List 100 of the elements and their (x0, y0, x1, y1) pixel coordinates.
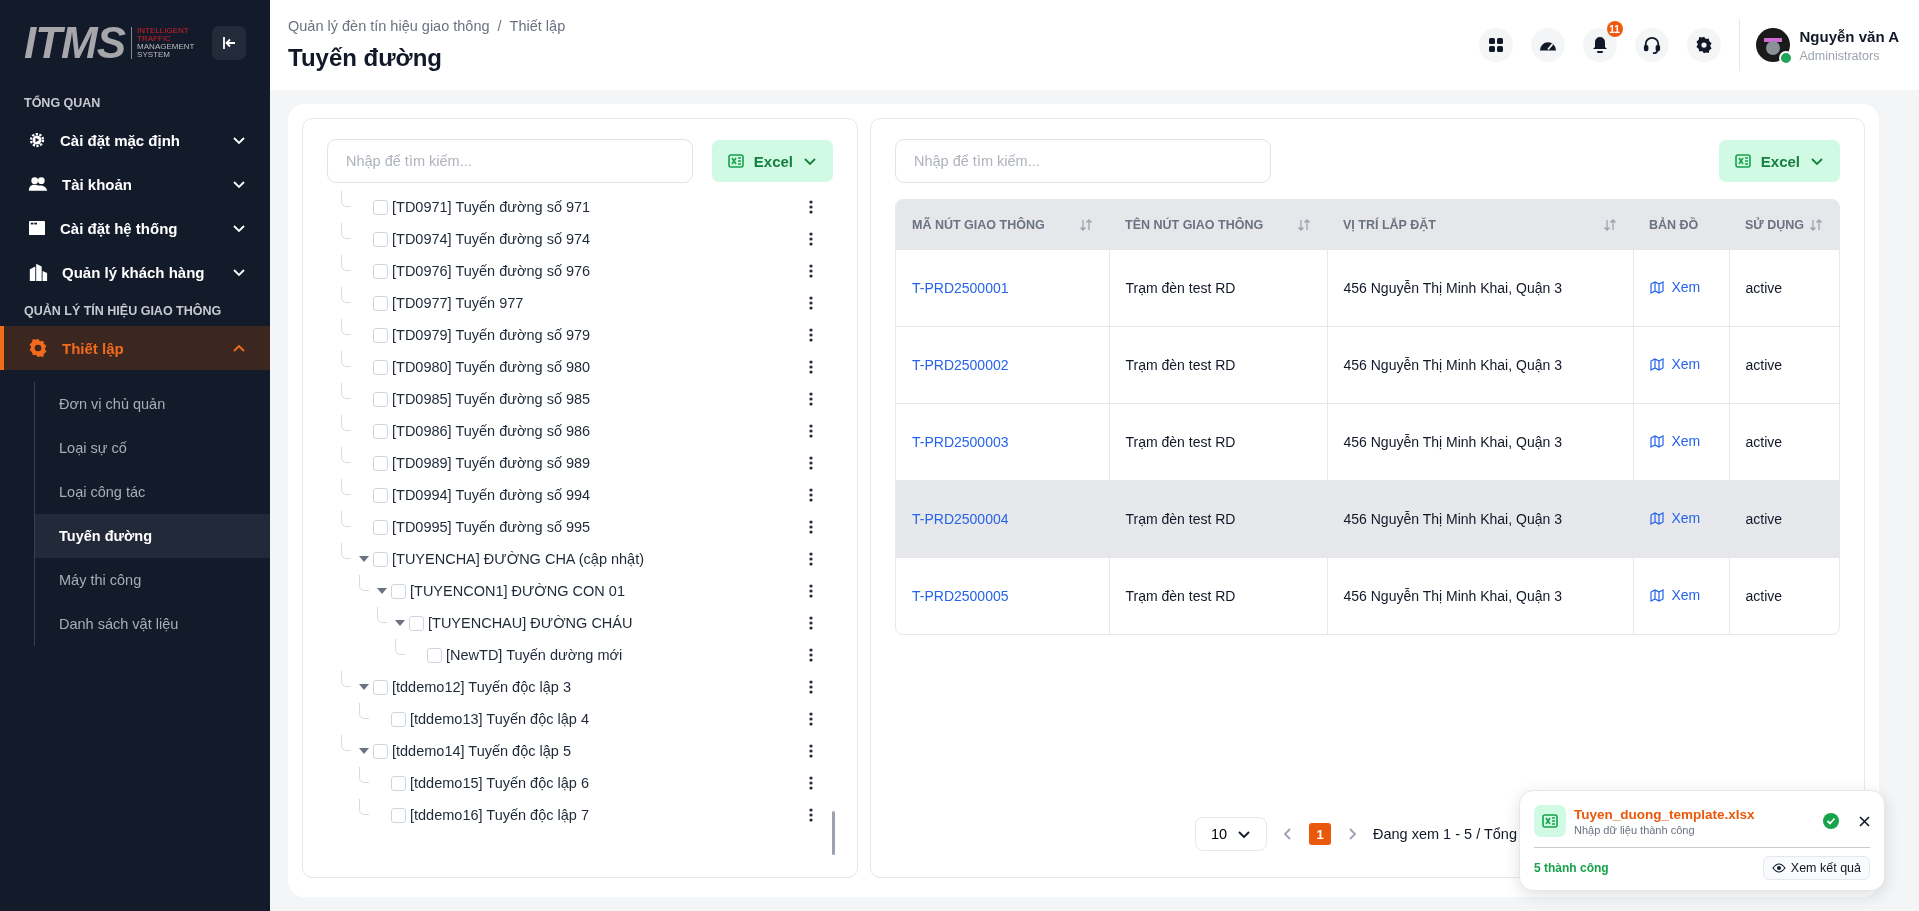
menu-item[interactable]: Thiết lập (0, 326, 270, 370)
tree-item[interactable]: [tddemo12] Tuyến độc lập 3 (392, 679, 809, 695)
breadcrumb-link[interactable]: Thiết lập (509, 18, 566, 34)
table-row[interactable]: T-PRD2500001 Trạm đèn test RD 456 Nguyễn Thị Minh Khai, Quận 3 Xem active (896, 249, 1839, 327)
map-link[interactable]: Xem (1649, 433, 1701, 450)
checkbox[interactable] (373, 231, 388, 247)
more-options-icon[interactable] (809, 648, 813, 662)
caret-down-icon[interactable] (359, 748, 369, 754)
tree-item[interactable]: [TD0977] Tuyến 977 (392, 295, 809, 311)
checkbox[interactable] (373, 519, 388, 535)
checkbox[interactable] (391, 583, 406, 599)
breadcrumb-link[interactable]: Quản lý đèn tín hiệu giao thông (288, 18, 490, 34)
more-options-icon[interactable] (809, 744, 813, 758)
menu-item[interactable]: Tài khoản (0, 162, 270, 206)
more-options-icon[interactable] (809, 776, 813, 790)
more-options-icon[interactable] (809, 488, 813, 502)
tree-item[interactable]: [TUYENCON1] ĐƯỜNG CON 01 (410, 583, 809, 599)
support-button[interactable] (1634, 28, 1669, 62)
settings-button[interactable] (1686, 28, 1721, 62)
excel-button[interactable]: Excel (711, 140, 833, 182)
tree-item[interactable]: [TD0976] Tuyến đường số 976 (392, 263, 809, 279)
more-options-icon[interactable] (809, 552, 813, 566)
tree-item[interactable]: [tddemo15] Tuyến độc lập 6 (410, 775, 809, 791)
code-link[interactable]: T-PRD2500003 (912, 434, 1009, 450)
excel-button[interactable]: Excel (1718, 140, 1840, 182)
more-options-icon[interactable] (809, 264, 813, 278)
checkbox[interactable] (373, 327, 388, 343)
checkbox[interactable] (373, 199, 388, 215)
code-link[interactable]: T-PRD2500005 (912, 588, 1009, 604)
submenu-item[interactable]: Đơn vị chủ quản (35, 382, 270, 426)
tree-item[interactable]: [TD0971] Tuyến đường số 971 (392, 199, 809, 215)
more-options-icon[interactable] (809, 456, 813, 470)
dashboard-button[interactable] (1530, 28, 1565, 62)
tree-item[interactable]: [TD0980] Tuyến đường số 980 (392, 359, 809, 375)
menu-item[interactable]: Cài đặt mặc định (0, 118, 270, 162)
map-link[interactable]: Xem (1649, 279, 1701, 296)
more-options-icon[interactable] (809, 232, 813, 246)
checkbox[interactable] (373, 423, 388, 439)
code-link[interactable]: T-PRD2500001 (912, 280, 1009, 296)
checkbox[interactable] (373, 263, 388, 279)
checkbox[interactable] (391, 807, 406, 823)
checkbox[interactable] (427, 647, 442, 663)
caret-down-icon[interactable] (377, 588, 387, 594)
tree-item[interactable]: [TD0986] Tuyến đường số 986 (392, 423, 809, 439)
avatar[interactable] (1755, 28, 1790, 62)
table-row[interactable]: T-PRD2500004 Trạm đèn test RD 456 Nguyễn Thị Minh Khai, Quận 3 Xem active (896, 480, 1839, 558)
more-options-icon[interactable] (809, 712, 813, 726)
submenu-item[interactable]: Loại công tác (35, 470, 270, 514)
checkbox[interactable] (373, 359, 388, 375)
submenu-item[interactable]: Máy thi công (35, 558, 270, 602)
map-link[interactable]: Xem (1649, 356, 1701, 373)
collapse-sidebar-button[interactable] (212, 26, 246, 60)
more-options-icon[interactable] (809, 200, 813, 214)
tree-item[interactable]: [tddemo16] Tuyến độc lập 7 (410, 807, 809, 823)
view-results-button[interactable]: Xem kết quả (1762, 856, 1870, 880)
more-options-icon[interactable] (809, 520, 813, 534)
search-field[interactable]: Nhập để tìm kiếm... (327, 139, 693, 183)
tree-item[interactable]: [TUYENCHAU] ĐƯỜNG CHÁU (428, 615, 809, 631)
grid-button[interactable] (1478, 28, 1513, 62)
tree-item[interactable]: [TD0994] Tuyến đường số 994 (392, 487, 809, 503)
map-link[interactable]: Xem (1649, 510, 1701, 527)
tree-item[interactable]: [tddemo14] Tuyến độc lập 5 (392, 743, 809, 759)
submenu-item[interactable]: Loại sự cố (35, 426, 270, 470)
scrollbar-thumb[interactable] (832, 811, 835, 855)
caret-down-icon[interactable] (359, 684, 369, 690)
checkbox[interactable] (373, 391, 388, 407)
map-link[interactable]: Xem (1649, 587, 1701, 604)
more-options-icon[interactable] (809, 328, 813, 342)
tree-item[interactable]: [TUYENCHA] ĐƯỜNG CHA (cập nhật) (392, 551, 809, 567)
caret-down-icon[interactable] (359, 556, 369, 562)
checkbox[interactable] (373, 551, 388, 567)
table-row[interactable]: T-PRD2500002 Trạm đèn test RD 456 Nguyễn Thị Minh Khai, Quận 3 Xem active (896, 326, 1839, 404)
close-button[interactable] (1859, 815, 1870, 827)
tree-item[interactable]: [tddemo13] Tuyến độc lập 4 (410, 711, 809, 727)
tree-item[interactable]: [NewTD] Tuyến dường mới (446, 647, 809, 663)
checkbox[interactable] (391, 775, 406, 791)
tree-item[interactable]: [TD0989] Tuyến đường số 989 (392, 455, 809, 471)
submenu-item[interactable]: Tuyến đường (35, 514, 270, 558)
more-options-icon[interactable] (809, 392, 813, 406)
more-options-icon[interactable] (809, 808, 813, 822)
tree-item[interactable]: [TD0974] Tuyến đường số 974 (392, 231, 809, 247)
more-options-icon[interactable] (809, 424, 813, 438)
page-size-select[interactable]: 10 (1195, 817, 1267, 851)
menu-item[interactable]: Quản lý khách hàng (0, 250, 270, 294)
search-field[interactable]: Nhập để tìm kiếm... (895, 139, 1271, 183)
more-options-icon[interactable] (809, 296, 813, 310)
checkbox[interactable] (373, 487, 388, 503)
table-row[interactable]: T-PRD2500005 Trạm đèn test RD 456 Nguyễn Thị Minh Khai, Quận 3 Xem active (896, 557, 1839, 634)
caret-down-icon[interactable] (395, 620, 405, 626)
more-options-icon[interactable] (809, 680, 813, 694)
more-options-icon[interactable] (809, 616, 813, 630)
code-link[interactable]: T-PRD2500002 (912, 357, 1009, 373)
code-link[interactable]: T-PRD2500004 (912, 511, 1009, 527)
checkbox[interactable] (373, 295, 388, 311)
tree-item[interactable]: [TD0995] Tuyến đường số 995 (392, 519, 809, 535)
checkbox[interactable] (373, 679, 388, 695)
checkbox[interactable] (391, 711, 406, 727)
menu-item[interactable]: Cài đặt hệ thống (0, 206, 270, 250)
checkbox[interactable] (373, 455, 388, 471)
more-options-icon[interactable] (809, 584, 813, 598)
